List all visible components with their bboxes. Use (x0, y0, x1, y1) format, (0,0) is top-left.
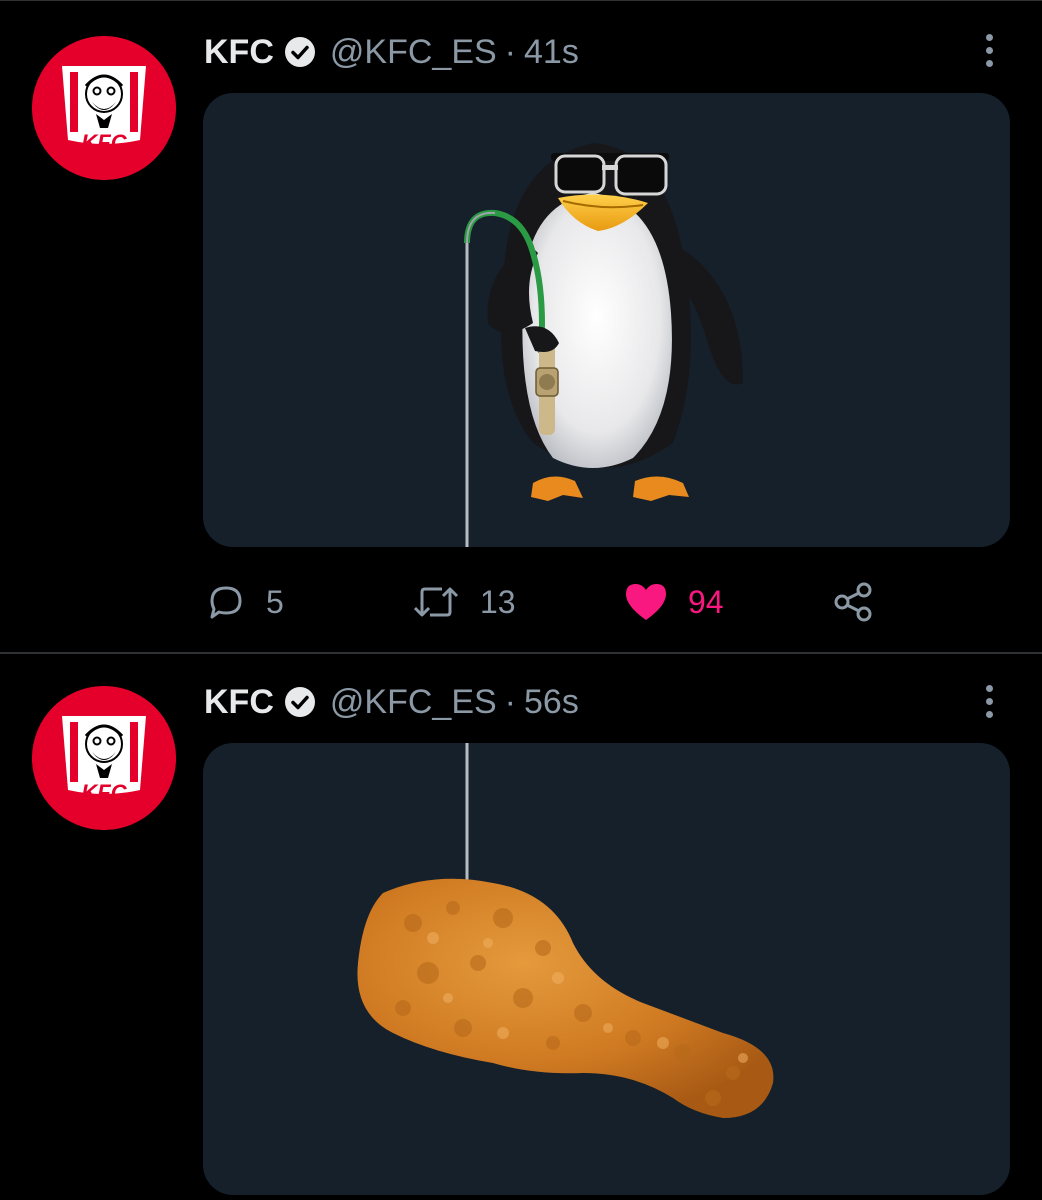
like-button[interactable]: 94 (622, 578, 724, 626)
like-count: 94 (688, 583, 724, 620)
handle[interactable]: @KFC_ES (330, 683, 497, 722)
fried-chicken-image (357, 743, 774, 1118)
reply-count: 5 (266, 583, 284, 620)
display-name[interactable]: KFC (204, 33, 274, 72)
penguin-fishing-image (464, 143, 743, 547)
handle[interactable]: @KFC_ES (330, 33, 497, 72)
verified-badge-icon (284, 686, 316, 718)
tweet[interactable]: KFC KFC @KFC_ES · 56s (0, 655, 1042, 1200)
timestamp[interactable]: 41s (524, 33, 579, 72)
separator-dot: · (504, 32, 516, 71)
tweet-media[interactable] (203, 743, 1010, 1195)
tweet-divider (0, 652, 1042, 654)
avatar[interactable]: KFC (32, 36, 176, 180)
retweet-icon (413, 587, 459, 617)
share-button[interactable] (832, 578, 876, 626)
tweet[interactable]: KFC KFC @KFC_ES · 41s 5 13 94 (0, 0, 1042, 652)
svg-text:KFC: KFC (81, 130, 127, 155)
retweet-count: 13 (480, 583, 516, 620)
more-options-icon[interactable] (972, 28, 1006, 72)
reply-icon (210, 586, 242, 619)
tweet-media[interactable] (203, 93, 1010, 547)
display-name[interactable]: KFC (204, 683, 274, 722)
svg-text:KFC: KFC (81, 780, 127, 805)
avatar[interactable]: KFC (32, 686, 176, 830)
tweet-header: KFC @KFC_ES · 41s (204, 30, 579, 74)
share-icon (834, 582, 872, 622)
verified-badge-icon (284, 36, 316, 68)
heart-icon (626, 584, 666, 620)
tweet-actions: 5 13 94 (204, 578, 904, 626)
timestamp[interactable]: 56s (524, 683, 579, 722)
more-options-icon[interactable] (972, 679, 1006, 723)
kfc-logo-icon: KFC (32, 36, 176, 180)
kfc-logo-icon: KFC (32, 686, 176, 830)
tweet-header: KFC @KFC_ES · 56s (204, 680, 579, 724)
retweet-button[interactable]: 13 (410, 578, 516, 626)
reply-button[interactable]: 5 (204, 578, 284, 626)
separator-dot: · (504, 682, 516, 721)
